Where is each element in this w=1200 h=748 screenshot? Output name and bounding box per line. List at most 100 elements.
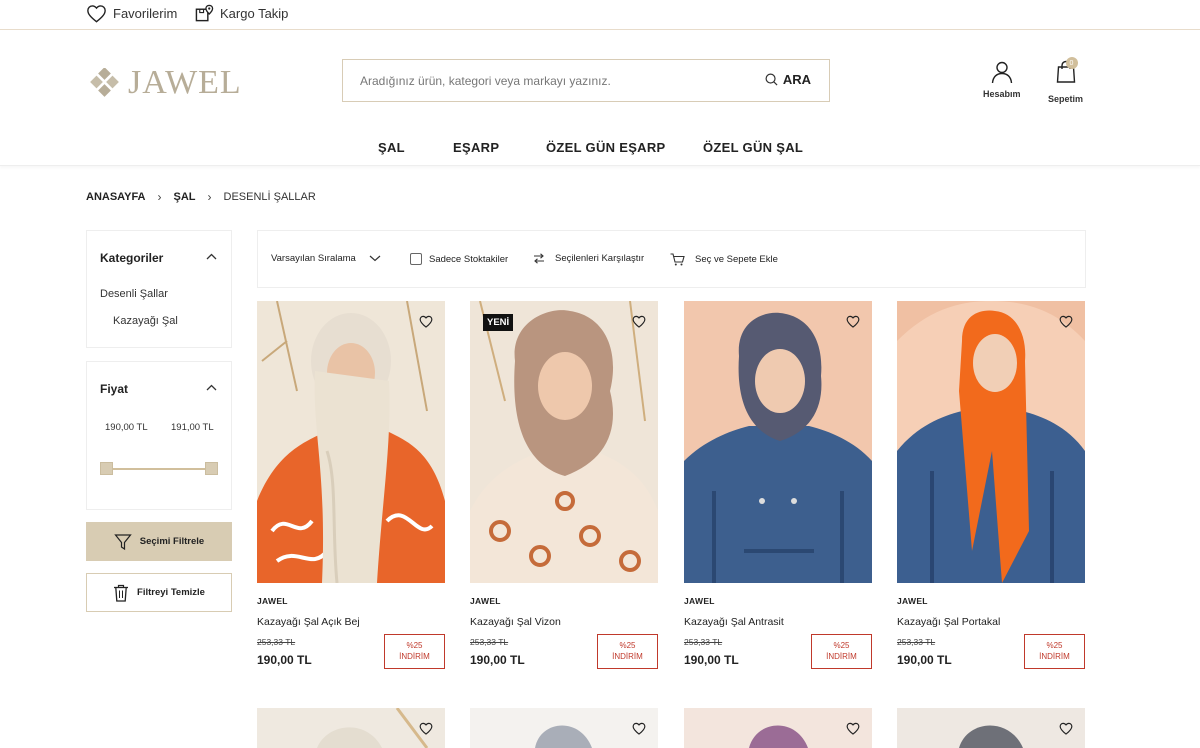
category-desenli-sallar[interactable]: Desenli Şallar [100,288,168,300]
product-photo-anthracite-scarf [684,301,872,583]
search-box: ARA [342,59,830,102]
discount-percent: %25 [406,640,423,650]
add-selected-to-cart-label: Seç ve Sepete Ekle [695,254,778,265]
price-title: Fiyat [100,382,129,396]
search-input[interactable] [343,60,743,101]
product-old-price: 253,33 TL [897,637,936,647]
logo-diamond-icon [90,68,119,97]
chevron-up-icon[interactable] [206,253,217,260]
in-stock-toggle[interactable]: Sadece Stoktakiler [410,253,508,265]
logo[interactable]: JAWEL [90,64,242,102]
chevron-down-icon [369,255,381,262]
heart-icon[interactable] [1059,315,1073,328]
product-toolbar: Varsayılan Sıralama Sadece Stoktakiler S… [257,230,1086,288]
cargo-tracking-label: Kargo Takip [220,6,289,21]
in-stock-checkbox[interactable] [410,253,422,265]
product-old-price: 253,33 TL [684,637,723,647]
product-card-partial[interactable] [897,708,1085,748]
category-kazayagi-sal[interactable]: Kazayağı Şal [113,315,178,327]
product-photo-partial [470,708,658,748]
compare-selected-label: Seçilenleri Karşılaştır [555,253,645,264]
discount-badge: %25 İNDİRİM [1024,634,1085,669]
discount-percent: %25 [1046,640,1063,650]
heart-icon [87,5,106,23]
product-brand: JAWEL [257,596,288,606]
product-price: 190,00 TL [257,653,312,667]
product-old-price: 253,33 TL [470,637,509,647]
heart-icon[interactable] [846,722,860,735]
cargo-tracking-link[interactable]: Kargo Takip [195,4,288,23]
user-icon [991,61,1012,84]
compare-selected-button[interactable]: Seçilenleri Karşılaştır [533,253,644,264]
sort-label: Varsayılan Sıralama [271,253,356,264]
discount-label: İNDİRİM [399,651,430,661]
discount-badge: %25 İNDİRİM [384,634,445,669]
discount-badge: %25 İNDİRİM [811,634,872,669]
price-max: 191,00 TL [171,422,214,433]
logo-text: JAWEL [128,64,242,101]
product-photo-partial [897,708,1085,748]
price-range-min-handle[interactable] [100,462,113,475]
nav-item-sal[interactable]: ŞAL [378,140,405,155]
heart-icon[interactable] [1059,722,1073,735]
product-name[interactable]: Kazayağı Şal Portakal [897,616,1000,628]
nav-item-ozel-gun-esarp[interactable]: ÖZEL GÜN EŞARP [546,140,666,155]
nav-item-esarp[interactable]: EŞARP [453,140,499,155]
heart-icon[interactable] [846,315,860,328]
product-name[interactable]: Kazayağı Şal Vizon [470,616,561,628]
heart-icon[interactable] [632,315,646,328]
product-image[interactable] [257,301,445,583]
price-range-max-handle[interactable] [205,462,218,475]
sort-dropdown[interactable]: Varsayılan Sıralama [271,253,381,264]
product-image[interactable] [684,301,872,583]
chevron-up-icon[interactable] [206,384,217,391]
add-selected-to-cart-button[interactable]: Seç ve Sepete Ekle [670,253,778,266]
search-button-label: ARA [782,72,811,87]
nav-item-ozel-gun-sal[interactable]: ÖZEL GÜN ŞAL [703,140,803,155]
apply-filter-label: Seçimi Filtrele [139,536,205,547]
product-name[interactable]: Kazayağı Şal Antrasit [684,616,784,628]
product-image[interactable] [897,301,1085,583]
search-button[interactable]: ARA [765,72,811,87]
breadcrumb-separator-icon: › [157,190,162,204]
categories-title: Kategoriler [100,251,164,265]
product-photo-partial [684,708,872,748]
product-photo-orange-scarf [897,301,1085,583]
product-card: JAWEL Kazayağı Şal Portakal 253,33 TL 19… [897,301,1085,671]
main-nav: ŞAL EŞARP ÖZEL GÜN EŞARP ÖZEL GÜN ŞAL [0,130,1200,166]
cart-button[interactable]: 0 Sepetim [1048,57,1084,104]
breadcrumb-home[interactable]: ANASAYFA [86,191,146,203]
cart-count-badge: 0 [1065,57,1078,69]
price-min: 190,00 TL [105,422,148,433]
product-card-partial[interactable] [257,708,445,748]
product-photo-partial [257,708,445,748]
product-photo-mink-scarf [470,301,658,583]
product-name[interactable]: Kazayağı Şal Açık Bej [257,616,360,628]
price-range-track[interactable] [101,468,218,470]
product-price: 190,00 TL [684,653,739,667]
package-pin-icon [195,4,214,22]
breadcrumb-separator-icon: › [207,190,212,204]
breadcrumb-sal[interactable]: ŞAL [174,191,196,203]
clear-filter-label: Filtreyi Temizle [137,587,205,598]
heart-icon[interactable] [632,722,646,735]
new-badge: YENİ [483,314,514,331]
product-image[interactable]: YENİ [470,301,658,583]
product-card-partial[interactable] [470,708,658,748]
cart-label: Sepetim [1048,94,1084,104]
heart-icon[interactable] [419,722,433,735]
compare-arrows-icon [534,253,544,264]
breadcrumb: ANASAYFA › ŞAL › DESENLİ ŞALLAR [86,190,316,204]
apply-filter-button[interactable]: Seçimi Filtrele [86,522,232,561]
funnel-icon [114,533,132,550]
product-card: JAWEL Kazayağı Şal Antrasit 253,33 TL 19… [684,301,872,671]
heart-icon[interactable] [419,315,433,328]
breadcrumb-current: DESENLİ ŞALLAR [223,191,316,203]
header: JAWEL ARA Hesabım 0 Sepetim [0,30,1200,130]
favorites-link[interactable]: Favorilerim [86,4,177,23]
trash-icon [114,584,129,602]
product-card-partial[interactable] [684,708,872,748]
account-button[interactable]: Hesabım [983,60,1021,99]
account-label: Hesabım [983,89,1021,99]
clear-filter-button[interactable]: Filtreyi Temizle [86,573,232,612]
